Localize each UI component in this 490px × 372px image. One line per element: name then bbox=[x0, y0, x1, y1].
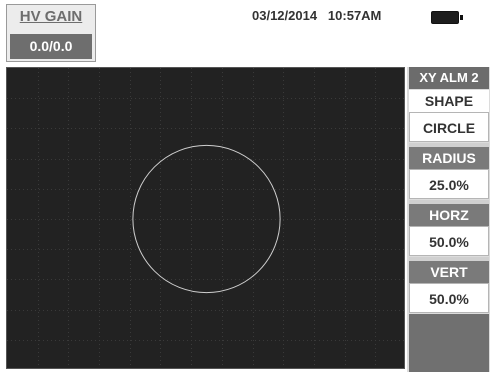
xy-display bbox=[6, 67, 405, 369]
side-menu: XY ALM 2 SHAPE CIRCLE RADIUS 25.0% HORZ … bbox=[407, 67, 490, 372]
vert-value-button[interactable]: 50.0% bbox=[409, 283, 489, 313]
alarm-circle bbox=[132, 144, 281, 294]
hv-gain-label: HV GAIN bbox=[19, 8, 83, 25]
date-text: 03/12/2014 bbox=[252, 8, 318, 23]
shape-value-button[interactable]: CIRCLE bbox=[409, 112, 489, 142]
hv-gain-value: 0.0/0.0 bbox=[10, 34, 92, 59]
menu-title: XY ALM 2 bbox=[409, 67, 489, 89]
battery-icon bbox=[431, 11, 463, 24]
horz-label: HORZ bbox=[409, 204, 489, 226]
radius-label: RADIUS bbox=[409, 147, 489, 169]
vert-label: VERT bbox=[409, 261, 489, 283]
time-text: 10:57AM bbox=[327, 8, 382, 23]
hv-gain-box[interactable]: HV GAIN 0.0/0.0 bbox=[6, 4, 96, 62]
menu-blank-slot[interactable] bbox=[409, 314, 489, 372]
radius-value-button[interactable]: 25.0% bbox=[409, 169, 489, 199]
horz-value-button[interactable]: 50.0% bbox=[409, 226, 489, 256]
shape-label: SHAPE bbox=[409, 90, 489, 112]
date-time: 03/12/2014 10:57AM bbox=[252, 8, 381, 23]
xy-plot bbox=[7, 68, 404, 368]
